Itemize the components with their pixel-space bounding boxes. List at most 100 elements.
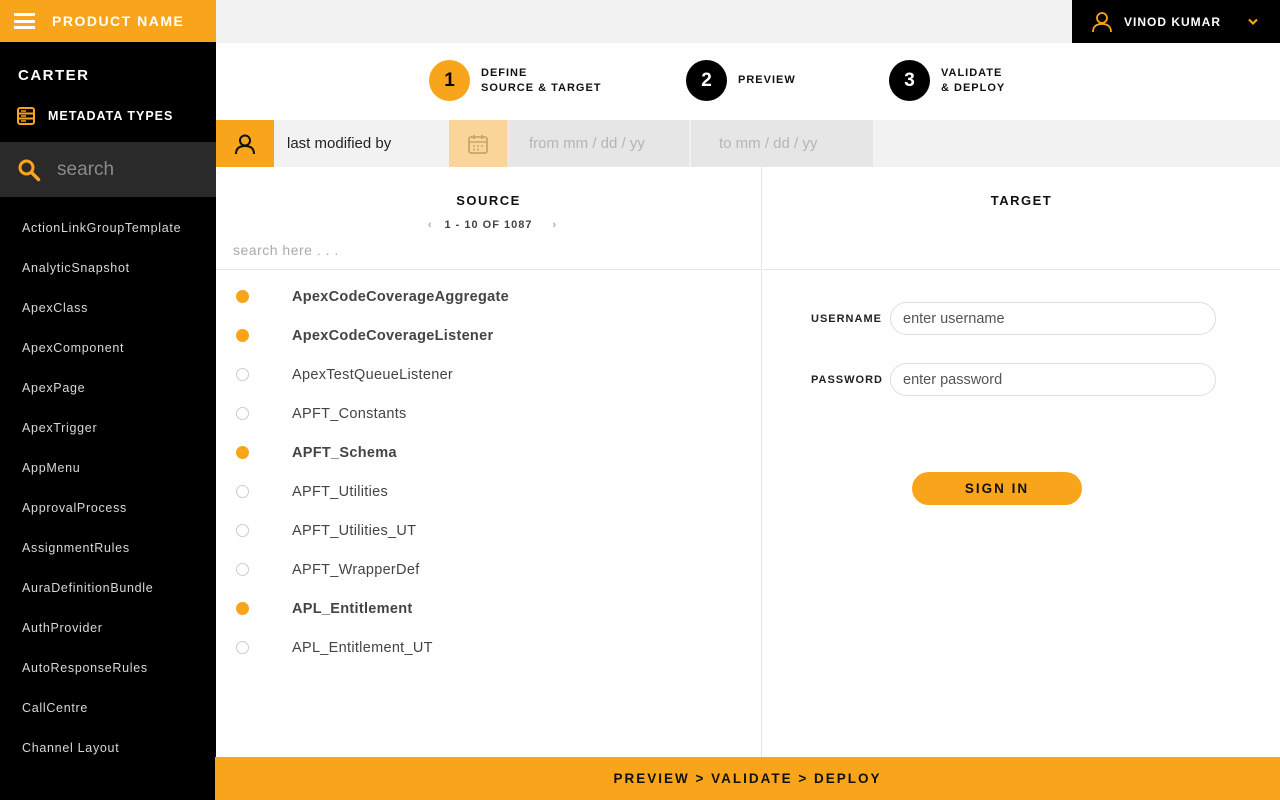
target-panel: TARGET USERNAME PASSWORD SIGN IN — [763, 167, 1280, 757]
product-name: PRODUCT NAME — [52, 13, 185, 29]
brand-bar: PRODUCT NAME — [0, 0, 216, 42]
metadata-type-item[interactable]: ApexClass — [0, 297, 216, 337]
prev-page-icon[interactable]: ‹ — [420, 219, 433, 231]
source-header: SOURCE ‹ 1 - 10 OF 1087 › — [216, 167, 761, 270]
source-item[interactable]: ApexCodeCoverageAggregate — [216, 277, 761, 316]
step-number: 3 — [889, 60, 930, 101]
source-item-name: ApexCodeCoverageListener — [292, 327, 494, 344]
wizard-steps: 1 DEFINE SOURCE & TARGET 2 PREVIEW 3 VAL… — [216, 43, 1280, 120]
source-item-list: ApexCodeCoverageAggregate ApexCodeCoverag… — [216, 270, 761, 667]
to-date-field — [691, 120, 873, 167]
metadata-type-item[interactable]: AuraDefinitionBundle — [0, 577, 216, 617]
pagination: ‹ 1 - 10 OF 1087 › — [216, 219, 761, 231]
step-label-line1: VALIDATE — [941, 66, 1003, 79]
metadata-type-item[interactable]: AppMenu — [0, 457, 216, 497]
modified-by-filter-button[interactable] — [216, 120, 274, 167]
sidebar: PRODUCT NAME CARTER METADATA TYPES Actio… — [0, 0, 216, 800]
user-menu[interactable]: VINOD KUMAR — [1072, 0, 1280, 43]
selection-radio[interactable] — [236, 329, 249, 342]
from-date-field — [507, 120, 689, 167]
database-icon — [17, 107, 35, 125]
target-title: TARGET — [990, 193, 1053, 208]
hamburger-menu-icon[interactable] — [14, 13, 35, 29]
app-root: PRODUCT NAME CARTER METADATA TYPES Actio… — [0, 0, 1280, 800]
selection-radio[interactable] — [236, 602, 249, 615]
from-date-input[interactable] — [529, 135, 679, 152]
metadata-type-item[interactable]: ApexPage — [0, 377, 216, 417]
step-label-line1: PREVIEW — [738, 74, 796, 86]
username-input[interactable] — [890, 302, 1216, 335]
metadata-type-item[interactable]: AutoResponseRules — [0, 657, 216, 697]
source-item[interactable]: APFT_WrapperDef — [216, 550, 761, 589]
username-row: USERNAME — [811, 302, 1216, 335]
step-number: 2 — [686, 60, 727, 101]
metadata-type-item[interactable]: ApexComponent — [0, 337, 216, 377]
sign-in-button[interactable]: SIGN IN — [912, 472, 1082, 505]
source-item-name: APFT_Utilities_UT — [292, 522, 417, 539]
metadata-type-list: ActionLinkGroupTemplate AnalyticSnapshot… — [0, 197, 216, 777]
source-item-name: APL_Entitlement — [292, 600, 413, 617]
step-preview[interactable]: 2 PREVIEW — [686, 60, 796, 101]
source-item[interactable]: APL_Entitlement — [216, 589, 761, 628]
source-search-input[interactable] — [233, 242, 533, 258]
user-icon — [1092, 11, 1112, 32]
sidebar-search — [0, 142, 216, 197]
last-modified-by-field[interactable]: last modified by — [274, 120, 449, 167]
preview-validate-deploy-button[interactable]: PREVIEW > VALIDATE > DEPLOY — [215, 757, 1280, 800]
next-page-icon[interactable]: › — [545, 219, 558, 231]
password-input[interactable] — [890, 363, 1216, 396]
source-panel: SOURCE ‹ 1 - 10 OF 1087 › ApexCodeCovera… — [216, 167, 762, 757]
username-label: USERNAME — [811, 312, 882, 325]
metadata-type-item[interactable]: AssignmentRules — [0, 537, 216, 577]
source-item-name: APFT_Constants — [292, 405, 407, 422]
source-item[interactable]: APFT_Utilities — [216, 472, 761, 511]
selection-radio[interactable] — [236, 407, 249, 420]
step-define[interactable]: 1 DEFINE SOURCE & TARGET — [429, 60, 602, 101]
source-item[interactable]: APFT_Constants — [216, 394, 761, 433]
selection-radio[interactable] — [236, 641, 249, 654]
source-item[interactable]: APFT_Utilities_UT — [216, 511, 761, 550]
source-item[interactable]: APFT_Schema — [216, 433, 761, 472]
to-date-input[interactable] — [719, 135, 869, 152]
selection-radio[interactable] — [236, 290, 249, 303]
selection-radio[interactable] — [236, 563, 249, 576]
step-label: VALIDATE & DEPLOY — [941, 66, 1005, 96]
target-header: TARGET — [763, 167, 1280, 270]
chevron-down-icon — [1248, 18, 1258, 26]
metadata-type-item[interactable]: ApexTrigger — [0, 417, 216, 457]
step-label: PREVIEW — [738, 73, 796, 88]
source-item[interactable]: APL_Entitlement_UT — [216, 628, 761, 667]
source-item-name: APL_Entitlement_UT — [292, 639, 433, 656]
metadata-type-item[interactable]: CallCentre — [0, 697, 216, 737]
metadata-types-label: METADATA TYPES — [48, 109, 174, 123]
org-name: CARTER — [18, 67, 90, 84]
date-filter-button[interactable] — [449, 120, 507, 167]
user-name: VINOD KUMAR — [1124, 14, 1221, 29]
metadata-type-item[interactable]: Channel Layout — [0, 737, 216, 777]
metadata-type-item[interactable]: ApprovalProcess — [0, 497, 216, 537]
calendar-icon — [468, 134, 488, 154]
user-icon — [235, 134, 255, 154]
step-validate-deploy[interactable]: 3 VALIDATE & DEPLOY — [889, 60, 1005, 101]
sidebar-search-input[interactable] — [57, 158, 187, 181]
selection-radio[interactable] — [236, 524, 249, 537]
step-number: 1 — [429, 60, 470, 101]
selection-radio[interactable] — [236, 368, 249, 381]
source-item-name: APFT_WrapperDef — [292, 561, 420, 578]
step-label-line2: & DEPLOY — [941, 81, 1006, 94]
filter-bar: last modified by — [216, 120, 1280, 167]
metadata-type-item[interactable]: AnalyticSnapshot — [0, 257, 216, 297]
selection-radio[interactable] — [236, 485, 249, 498]
password-label: PASSWORD — [811, 373, 883, 386]
step-label-line2: SOURCE & TARGET — [481, 81, 602, 94]
source-item-name: APFT_Utilities — [292, 483, 389, 500]
metadata-type-item[interactable]: AuthProvider — [0, 617, 216, 657]
selection-radio[interactable] — [236, 446, 249, 459]
metadata-types-header[interactable]: METADATA TYPES — [0, 101, 216, 131]
metadata-type-item[interactable]: ActionLinkGroupTemplate — [0, 217, 216, 257]
source-item[interactable]: ApexCodeCoverageListener — [216, 316, 761, 355]
source-title: SOURCE — [456, 193, 521, 208]
top-bar: VINOD KUMAR — [216, 0, 1280, 43]
source-item[interactable]: ApexTestQueueListener — [216, 355, 761, 394]
source-item-name: ApexCodeCoverageAggregate — [292, 288, 509, 305]
